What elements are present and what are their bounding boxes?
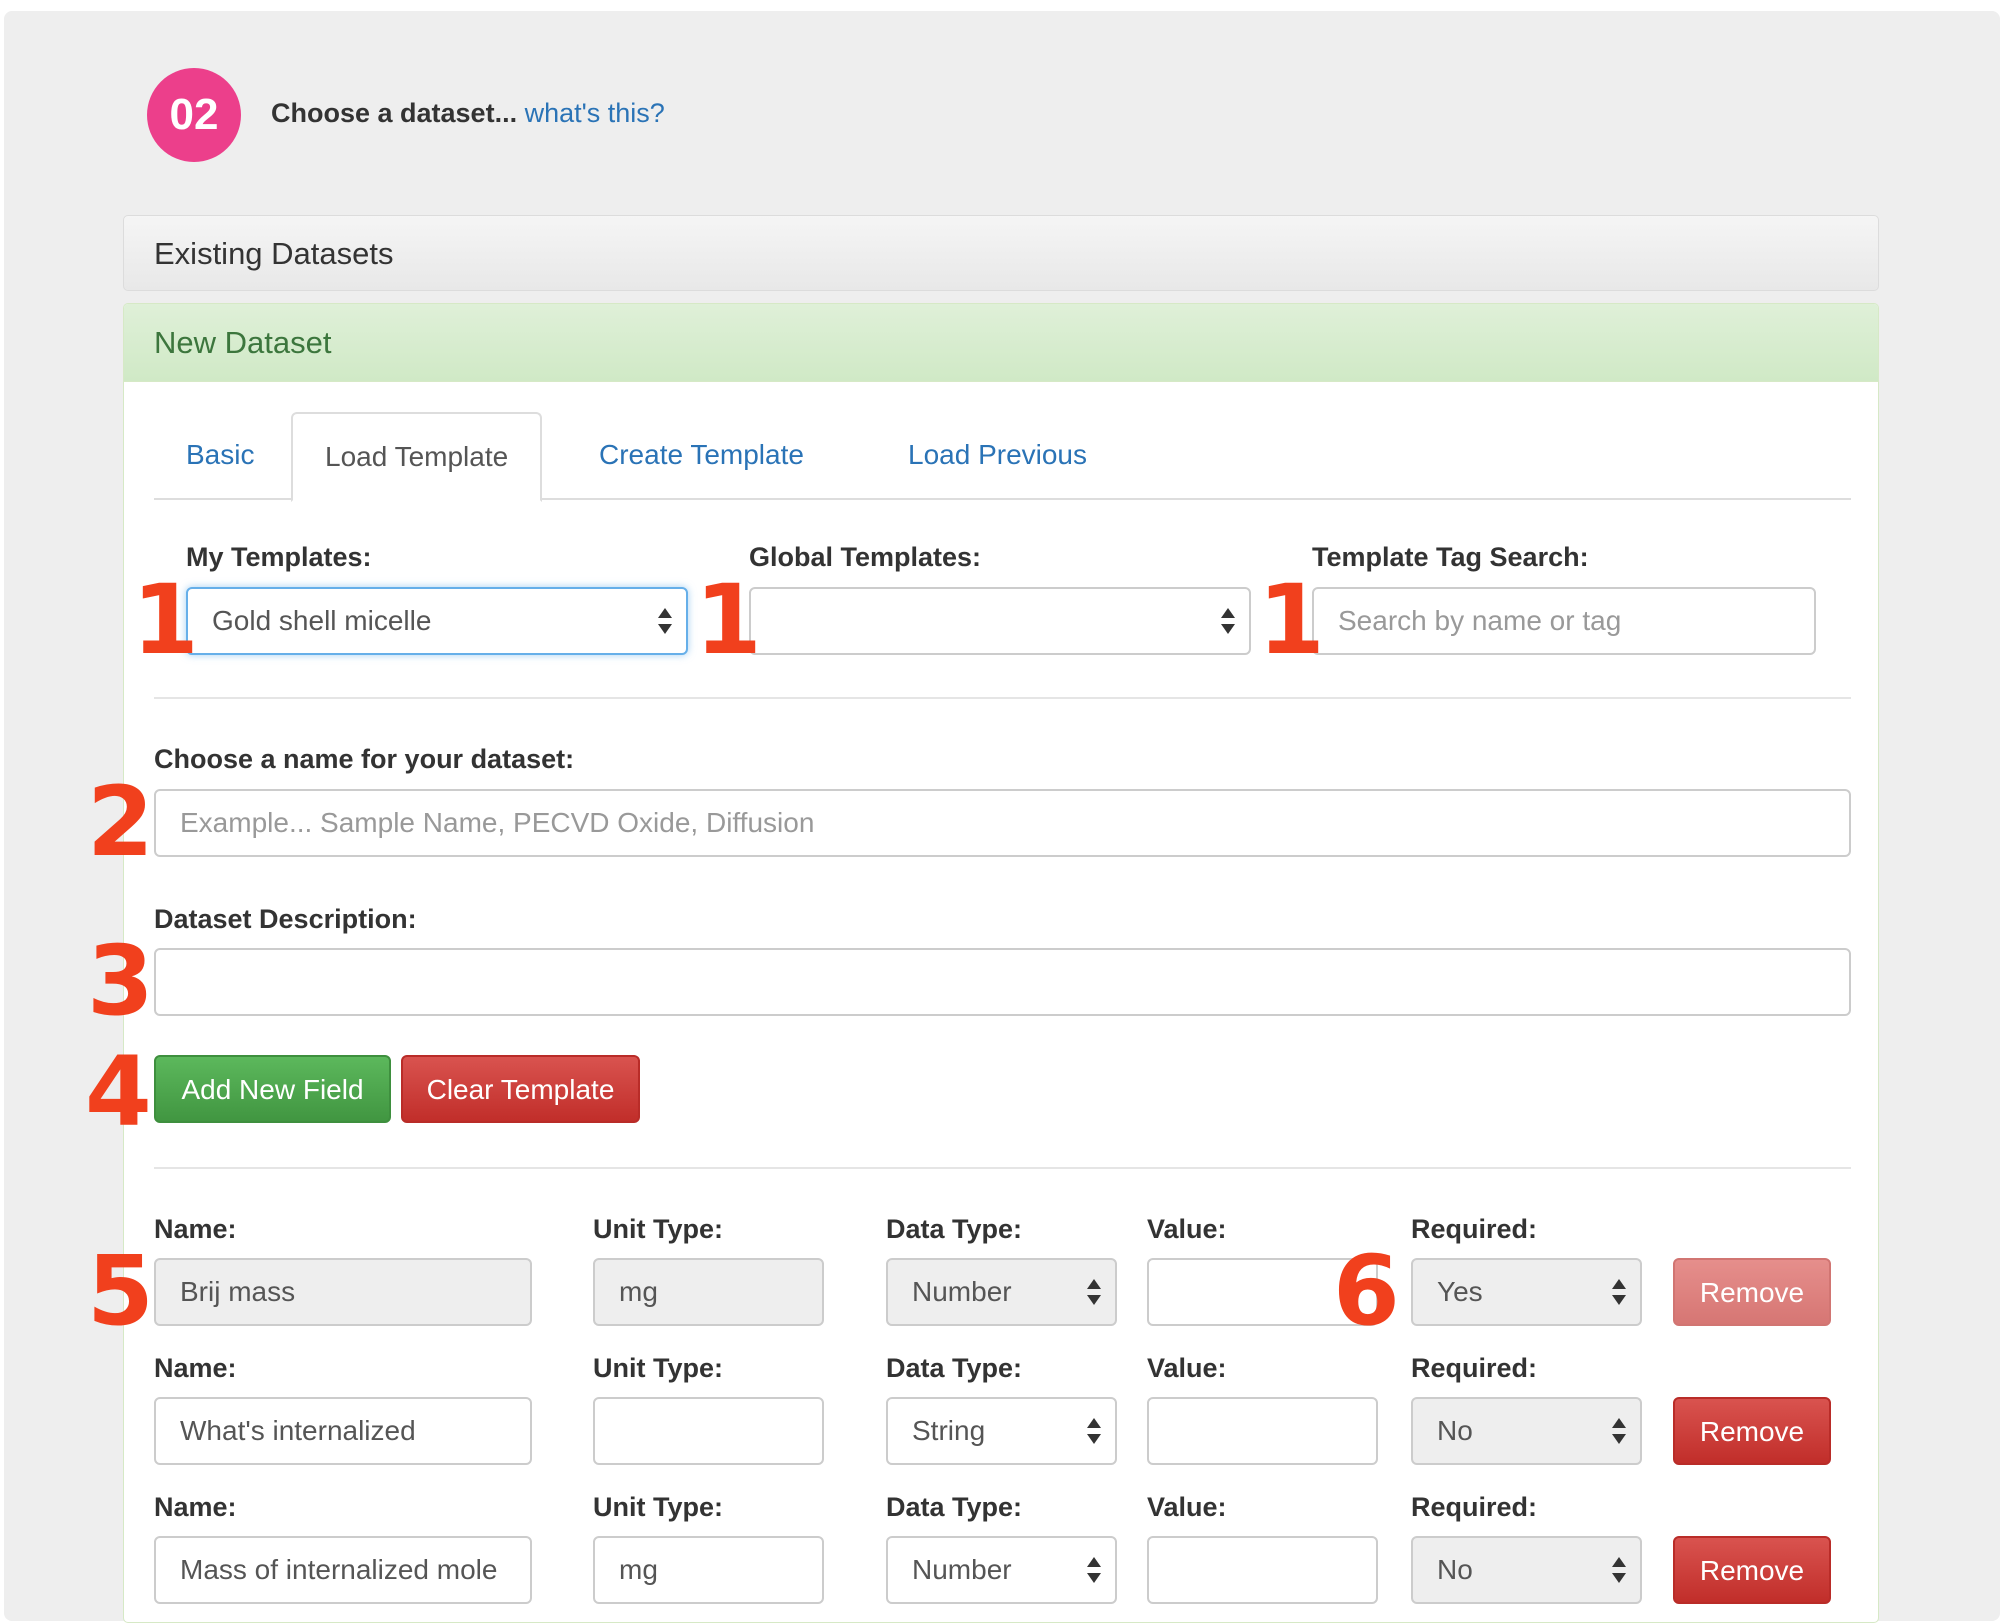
annotation-marker: 1 [1258, 564, 1325, 676]
remove-field-button[interactable]: Remove [1673, 1536, 1831, 1604]
field-required-value: No [1437, 1415, 1473, 1446]
dataset-name-label: Choose a name for your dataset: [154, 744, 575, 774]
field-name-input[interactable]: Mass of internalized mole [154, 1536, 532, 1604]
annotation-marker: 2 [87, 766, 154, 878]
field-name-value: Brij mass [180, 1276, 296, 1307]
field-data-type-label: Data Type: [886, 1353, 1023, 1383]
field-data-type-label: Data Type: [886, 1214, 1023, 1244]
annotation-marker: 5 [87, 1235, 154, 1347]
field-unit-input[interactable]: mg [593, 1536, 824, 1604]
field-data-type-value: String [912, 1415, 986, 1446]
select-arrows-icon [1087, 1416, 1101, 1446]
field-required-label: Required: [1411, 1214, 1538, 1244]
field-value-input[interactable] [1147, 1536, 1378, 1604]
template-tabs: Basic Load Template Create Template Load… [154, 412, 1851, 502]
divider [154, 1167, 1851, 1169]
annotation-marker: 3 [87, 925, 154, 1037]
dataset-description-label: Dataset Description: [154, 904, 417, 934]
field-name-value: Mass of internalized mole [180, 1554, 498, 1585]
remove-field-button[interactable]: Remove [1673, 1397, 1831, 1465]
field-value-label: Value: [1147, 1353, 1227, 1383]
my-templates-label: My Templates: [186, 542, 372, 572]
dataset-name-input[interactable]: Example... Sample Name, PECVD Oxide, Dif… [154, 789, 1851, 857]
annotation-marker: 4 [85, 1036, 152, 1148]
field-required-select: Yes [1411, 1258, 1642, 1326]
select-arrows-icon [1087, 1277, 1101, 1307]
step-heading: Choose a dataset... what's this? [271, 96, 665, 130]
field-data-type-select[interactable]: Number [886, 1536, 1117, 1604]
field-data-type-select: Number [886, 1258, 1117, 1326]
tag-search-label: Template Tag Search: [1312, 542, 1589, 572]
global-templates-select[interactable] [749, 587, 1251, 655]
tag-search-input[interactable]: Search by name or tag [1312, 587, 1816, 655]
field-data-type-value: Number [912, 1276, 1012, 1307]
annotation-marker: 6 [1333, 1235, 1400, 1347]
select-arrows-icon [1612, 1277, 1626, 1307]
select-arrows-icon [1612, 1416, 1626, 1446]
existing-datasets-title[interactable]: Existing Datasets [154, 236, 394, 272]
field-data-type-label: Data Type: [886, 1492, 1023, 1522]
my-templates-value: Gold shell micelle [212, 605, 432, 636]
field-data-type-select[interactable]: String [886, 1397, 1117, 1465]
field-name-label: Name: [154, 1492, 237, 1522]
tab-load-previous[interactable]: Load Previous [876, 412, 1119, 500]
field-required-select[interactable]: No [1411, 1536, 1642, 1604]
select-arrows-icon [1221, 606, 1235, 636]
dataset-name-placeholder: Example... Sample Name, PECVD Oxide, Dif… [180, 807, 815, 838]
field-unit-label: Unit Type: [593, 1214, 723, 1244]
field-required-label: Required: [1411, 1353, 1538, 1383]
field-unit-value: mg [619, 1276, 658, 1307]
field-required-label: Required: [1411, 1492, 1538, 1522]
tab-basic[interactable]: Basic [154, 412, 286, 500]
dataset-description-input[interactable] [154, 948, 1851, 1016]
new-dataset-header[interactable]: New Dataset [124, 304, 1878, 382]
remove-field-button: Remove [1673, 1258, 1831, 1326]
annotation-marker: 1 [695, 564, 762, 676]
annotation-marker: 1 [132, 564, 199, 676]
field-unit-input: mg [593, 1258, 824, 1326]
select-arrows-icon [1612, 1555, 1626, 1585]
field-data-type-value: Number [912, 1554, 1012, 1585]
add-new-field-button[interactable]: Add New Field [154, 1055, 391, 1123]
field-name-label: Name: [154, 1214, 237, 1244]
divider [154, 697, 1851, 699]
tab-create-template[interactable]: Create Template [567, 412, 836, 500]
my-templates-select[interactable]: Gold shell micelle [186, 587, 688, 655]
field-required-value: Yes [1437, 1276, 1483, 1307]
field-required-value: No [1437, 1554, 1473, 1585]
field-value-input[interactable] [1147, 1397, 1378, 1465]
field-value-label: Value: [1147, 1214, 1227, 1244]
field-name-input: Brij mass [154, 1258, 532, 1326]
field-name-value: What's internalized [180, 1415, 416, 1446]
tab-load-template[interactable]: Load Template [291, 412, 543, 502]
field-name-input[interactable]: What's internalized [154, 1397, 532, 1465]
global-templates-label: Global Templates: [749, 542, 982, 572]
field-unit-input[interactable] [593, 1397, 824, 1465]
field-unit-label: Unit Type: [593, 1353, 723, 1383]
new-dataset-title[interactable]: New Dataset [154, 325, 331, 361]
help-link[interactable]: what's this? [525, 98, 665, 128]
field-unit-label: Unit Type: [593, 1492, 723, 1522]
tag-search-placeholder: Search by name or tag [1338, 605, 1622, 636]
select-arrows-icon [658, 606, 672, 636]
step-number-badge: 02 [147, 68, 241, 162]
new-dataset-panel: New Dataset Basic Load Template Create T… [123, 303, 1879, 1623]
field-unit-value: mg [619, 1554, 658, 1585]
clear-template-button[interactable]: Clear Template [401, 1055, 640, 1123]
field-name-label: Name: [154, 1353, 237, 1383]
select-arrows-icon [1087, 1555, 1101, 1585]
field-value-label: Value: [1147, 1492, 1227, 1522]
existing-datasets-panel[interactable]: Existing Datasets [123, 215, 1879, 291]
step-title: Choose a dataset... [271, 98, 518, 128]
field-required-select[interactable]: No [1411, 1397, 1642, 1465]
